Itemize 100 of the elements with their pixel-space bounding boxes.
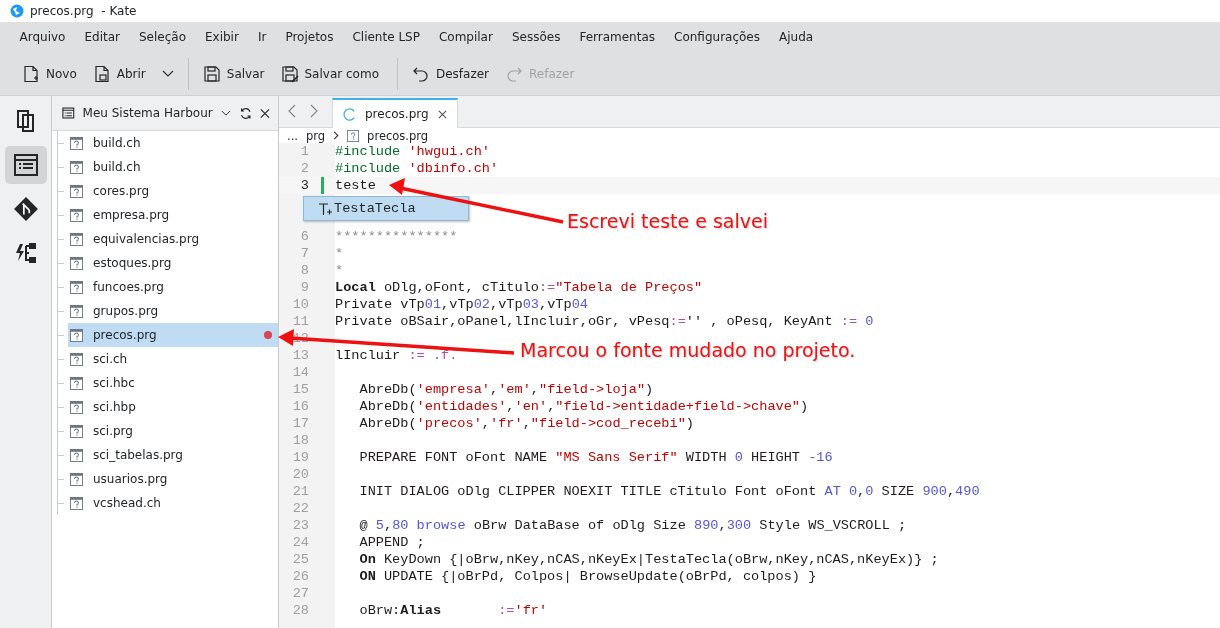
file-item[interactable]: funcoes.prg	[68, 275, 278, 299]
window-title: precos.prg - Kate	[30, 4, 137, 18]
line-number: 16	[291, 399, 309, 414]
code-line: lIncluir := .f.	[335, 347, 458, 364]
code-line: ***************	[335, 228, 458, 245]
code-line: oBrw:Alias :='fr'	[358, 602, 548, 619]
lightning-tree-icon	[13, 241, 38, 265]
dropdown-caret-icon[interactable]	[220, 109, 231, 117]
menu-item[interactable]: Sessões	[502, 30, 570, 44]
annotation-text: Marcou o fonte mudado no projeto.	[520, 339, 856, 361]
code-line: ON UPDATE {|oBrPd, Colpos| BrowseUpdate(oBrPd, colpos) }	[358, 568, 817, 585]
undo-button[interactable]: Desfazer	[406, 60, 496, 87]
open-button[interactable]: Abrir	[86, 60, 152, 87]
file-item[interactable]: usuarios.prg	[68, 467, 278, 491]
project-panel-button[interactable]	[4, 146, 47, 184]
line-number: 18	[291, 433, 309, 448]
file-item[interactable]: equivalencias.prg	[68, 227, 278, 251]
save-button[interactable]: Salvar	[196, 60, 271, 87]
line-number: 22	[291, 501, 309, 516]
line-number: 11	[291, 314, 309, 329]
open-file-icon	[92, 64, 111, 83]
unknown-file-icon	[70, 400, 83, 414]
menu-item[interactable]: Configurações	[664, 30, 770, 44]
file-item[interactable]: sci_tabelas.prg	[68, 443, 278, 467]
line-number: 20	[291, 467, 309, 482]
app-logo-icon	[10, 4, 24, 18]
file-item[interactable]: empresa.prg	[68, 203, 278, 227]
menu-item[interactable]: Exibir	[195, 30, 249, 44]
unknown-file-icon	[347, 129, 360, 142]
line-number: 27	[291, 586, 309, 601]
line-number: 3	[299, 178, 309, 193]
menu-item[interactable]: Arquivo	[10, 30, 75, 44]
menu-item[interactable]: Seleção	[129, 30, 196, 44]
menu-item[interactable]: Editar	[74, 30, 130, 44]
unknown-file-icon	[70, 352, 83, 366]
code-line: @ 5,80 browse oBrw DataBase of oDlg Size 890,300 Style WS_VSCROLL ;	[358, 517, 907, 534]
file-item[interactable]: sci.hbc	[68, 371, 278, 395]
file-item[interactable]: build.ch	[68, 131, 278, 155]
file-item[interactable]: sci.hbp	[68, 395, 278, 419]
file-item[interactable]: precos.prg	[68, 323, 278, 347]
unknown-file-icon	[70, 136, 83, 150]
unknown-file-icon	[70, 496, 83, 510]
new-button[interactable]: Novo	[16, 60, 83, 87]
unknown-file-icon	[70, 328, 83, 342]
code-line: *	[335, 262, 344, 279]
menu-item[interactable]: Ferramentas	[569, 30, 665, 44]
close-icon[interactable]	[260, 107, 270, 119]
close-icon[interactable]	[437, 109, 447, 119]
code-line: Private oBSair,oPanel,lIncluir,oGr, vPesq:='' , oPesq, KeyAnt := 0	[335, 313, 874, 330]
line-number: 1	[299, 144, 309, 159]
unknown-file-icon	[70, 424, 83, 438]
line-number: 26	[291, 569, 309, 584]
saveas-button[interactable]: Salvar como	[274, 60, 385, 87]
code-line: PREPARE FONT oFont NAME "MS Sans Serif" WIDTH 0 HEIGHT -16	[358, 449, 833, 466]
breadcrumb-item[interactable]: precos.prg	[367, 128, 429, 143]
file-item[interactable]: sci.prg	[68, 419, 278, 443]
code-line: AbreDb('empresa','em',"field->loja")	[358, 381, 654, 398]
code-line: APPEND ;	[358, 534, 425, 551]
reload-icon[interactable]	[238, 105, 253, 121]
line-number: 2	[299, 161, 309, 176]
line-number: 7	[299, 246, 309, 261]
unknown-file-icon	[70, 208, 83, 222]
code-line: #include 'dbinfo.ch'	[335, 160, 499, 177]
completion-label: TestaTecla	[334, 201, 416, 216]
code-line: On KeyDown {|oBrw,nKey,nCAS,nKeyEx|TestaTecla(oBrw,nKey,nCAS,nKeyEx)} ;	[358, 551, 939, 568]
file-item[interactable]: sci.ch	[68, 347, 278, 371]
tab-label: precos.prg	[365, 107, 429, 121]
code-line: #include 'hwgui.ch'	[335, 143, 490, 160]
c-file-icon	[343, 107, 356, 121]
breadcrumb-item[interactable]: ...	[287, 128, 298, 143]
line-number: 24	[291, 535, 309, 550]
unknown-file-icon	[70, 376, 83, 390]
breadcrumb-item[interactable]: prg	[305, 128, 326, 143]
menu-item[interactable]: Ir	[248, 30, 276, 44]
line-number: 21	[291, 484, 309, 499]
line-number: 6	[299, 229, 309, 244]
file-item[interactable]: estoques.prg	[68, 251, 278, 275]
chevron-icon	[333, 131, 340, 140]
unknown-file-icon	[70, 232, 83, 246]
menu-item[interactable]: Ajuda	[769, 30, 823, 44]
floppy-pencil-icon	[280, 64, 299, 83]
line-number: 28	[291, 603, 309, 618]
completion-item[interactable]: TestaTecla	[303, 196, 469, 221]
unknown-file-icon	[70, 160, 83, 174]
line-number: 10	[291, 297, 309, 312]
code-line: teste	[335, 177, 376, 194]
file-item[interactable]: grupos.prg	[68, 299, 278, 323]
menu-item[interactable]: Projetos	[275, 30, 343, 44]
unknown-file-icon	[70, 256, 83, 270]
menu-item[interactable]: Cliente LSP	[342, 30, 430, 44]
line-number: 9	[299, 280, 309, 295]
unknown-file-icon	[70, 304, 83, 318]
editor-tab[interactable]: precos.prg	[332, 98, 458, 128]
file-item[interactable]: vcshead.ch	[68, 491, 278, 515]
code-line: INIT DIALOG oDlg CLIPPER NOEXIT TITLE cTitulo Font oFont AT 0,0 SIZE 900,490	[358, 483, 980, 500]
file-item[interactable]: cores.prg	[68, 179, 278, 203]
unknown-file-icon	[70, 280, 83, 294]
list-window-icon	[12, 153, 39, 177]
menu-item[interactable]: Compilar	[429, 30, 503, 44]
file-item[interactable]: build.ch	[68, 155, 278, 179]
